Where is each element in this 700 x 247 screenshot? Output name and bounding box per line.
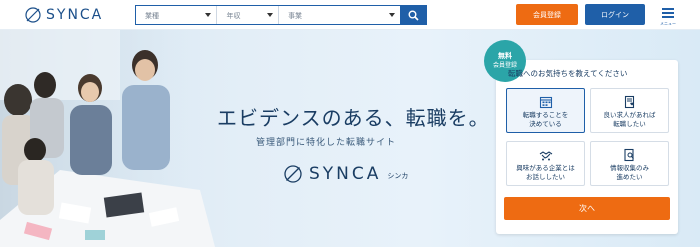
search-button[interactable] — [400, 6, 426, 24]
hamburger-icon — [662, 12, 674, 14]
option-good-offer[interactable]: 良い求人があれば 転職したい — [590, 88, 669, 133]
login-button[interactable]: ログイン — [585, 4, 645, 25]
site-logo[interactable]: SYNCA — [24, 5, 103, 25]
document-search-icon — [623, 148, 634, 162]
chevron-down-icon — [205, 13, 212, 17]
salary-select-value: 年収 — [226, 12, 241, 20]
option-info-only[interactable]: 情報収集のみ 進めたい — [590, 141, 669, 186]
option-label: 興味がある企業とは お話ししたい — [516, 164, 575, 181]
register-button[interactable]: 会員登録 — [516, 4, 578, 25]
hero-headline: エビデンスのある、転職を。 — [217, 106, 490, 130]
hero-subline: 管理部門に特化した転職サイト — [256, 138, 397, 148]
card-question: 転職へのお気持ちを教えてください — [508, 69, 628, 78]
hero-brand-name: SYNCA — [309, 164, 382, 184]
document-heart-icon — [624, 95, 634, 109]
hamburger-icon — [662, 16, 674, 18]
synca-logo-icon — [25, 7, 41, 23]
menu-label: メニュー — [660, 21, 676, 26]
option-label: 情報収集のみ 進めたい — [610, 164, 649, 181]
industry-select[interactable]: 業種 — [136, 6, 218, 24]
chevron-down-icon — [389, 13, 396, 17]
search-icon — [408, 10, 419, 21]
logo-text: SYNCA — [46, 7, 104, 23]
hero-brand-kana: シンカ — [387, 172, 409, 180]
search-bar: 業種 年収 事業 — [135, 5, 427, 25]
menu-button[interactable]: メニュー — [657, 4, 679, 26]
handshake-icon — [539, 151, 552, 161]
option-label: 良い求人があれば 転職したい — [603, 111, 656, 128]
option-interested-company[interactable]: 興味がある企業とは お話ししたい — [506, 141, 585, 186]
industry-select-value: 業種 — [145, 12, 159, 20]
calendar-icon — [539, 96, 552, 109]
option-decided[interactable]: 転職することを 決めている — [506, 88, 585, 133]
badge-free-label: 無料 — [498, 52, 512, 60]
hamburger-icon — [662, 8, 674, 10]
job-select-value: 事業 — [288, 12, 303, 20]
next-button[interactable]: 次へ — [504, 197, 670, 220]
site-header: SYNCA 業種 年収 事業 会員登録 ログイン メニュー — [0, 0, 700, 30]
chevron-down-icon — [267, 13, 274, 17]
hero-brand: SYNCA シンカ — [283, 164, 408, 184]
option-label: 転職することを 決めている — [522, 111, 569, 128]
job-select[interactable]: 事業 — [279, 6, 400, 24]
hero-office-photo — [0, 30, 215, 247]
synca-logo-icon — [284, 165, 302, 183]
salary-select[interactable]: 年収 — [217, 6, 280, 24]
